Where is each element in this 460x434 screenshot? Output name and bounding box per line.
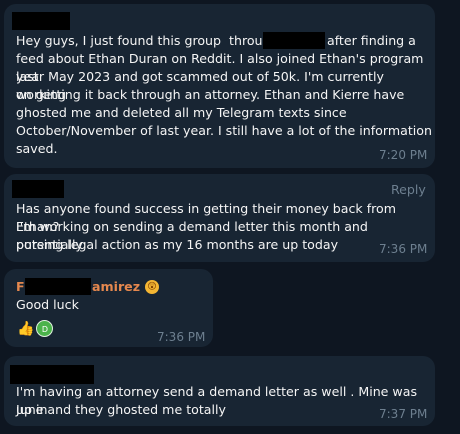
message-bubble-3[interactable]: F amirez 😲 Good luck 👍 D 7:36 PM — [4, 269, 213, 347]
message-text-line: pursing legal action as my 16 months are… — [16, 237, 339, 252]
message-timestamp: 7:36 PM — [157, 330, 206, 344]
message-bubble-4[interactable]: I'm having an attorney send a demand let… — [4, 356, 435, 426]
sender-name-initial[interactable]: F — [16, 279, 25, 294]
redacted-sender-name — [10, 365, 94, 384]
sender-name-suffix[interactable]: amirez — [92, 279, 140, 294]
reaction-chip[interactable]: 👍 D — [17, 320, 54, 337]
redacted-sender-name — [12, 12, 70, 30]
message-bubble-2[interactable]: Reply Has anyone found success in gettin… — [4, 174, 435, 262]
message-text-line: June and they ghosted me totally — [16, 402, 226, 417]
reactor-avatar: D — [36, 320, 54, 337]
redacted-text — [263, 32, 325, 49]
astonished-emoji-icon: 😲 — [145, 280, 159, 294]
message-timestamp: 7:20 PM — [379, 148, 428, 162]
message-bubble-1[interactable]: Hey guys, I just found this group throug… — [4, 4, 435, 168]
message-text-line: Hey guys, I just found this group throug… — [16, 33, 279, 48]
reply-button[interactable]: Reply — [391, 182, 426, 197]
message-text-line: on getting it back through an attorney. … — [16, 87, 405, 102]
message-text-line: saved. — [16, 141, 58, 156]
redacted-sender-name — [25, 278, 91, 295]
message-text: Good luck — [16, 297, 79, 312]
redacted-sender-name — [12, 180, 64, 198]
message-timestamp: 7:37 PM — [379, 407, 428, 421]
message-timestamp: 7:36 PM — [379, 242, 428, 256]
message-text-line: October/November of last year. I still h… — [16, 123, 432, 138]
thumbs-up-icon: 👍 — [17, 320, 35, 337]
message-text-line: ghosted me and deleted all my Telegram t… — [16, 105, 347, 120]
message-text-line: after finding a — [327, 33, 416, 48]
